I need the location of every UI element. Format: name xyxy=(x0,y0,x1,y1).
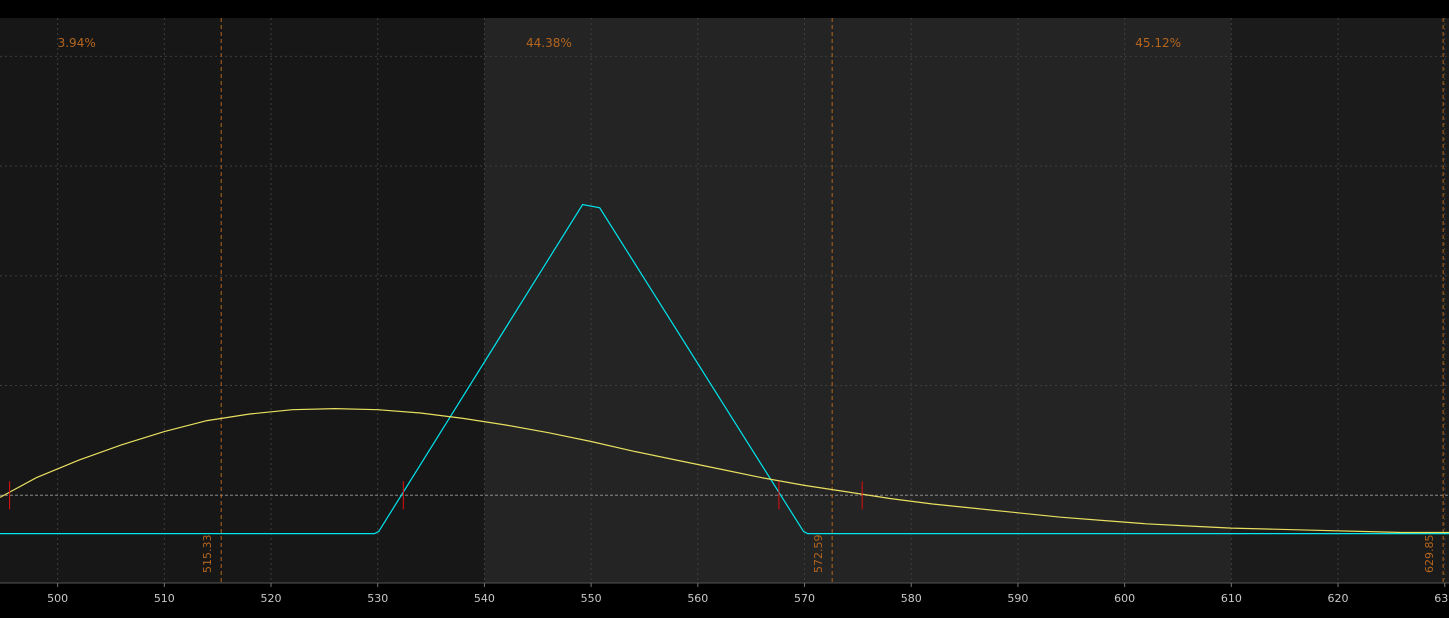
x-tick-label: 560 xyxy=(687,592,708,605)
price-marker-label: 629.85 xyxy=(1423,535,1436,574)
x-tick-label: 570 xyxy=(794,592,815,605)
price-marker-label: 572.59 xyxy=(812,535,825,574)
x-tick-label: 630 xyxy=(1434,592,1449,605)
x-tick-label: 540 xyxy=(474,592,495,605)
x-tick-label: 520 xyxy=(261,592,282,605)
x-tick-label: 580 xyxy=(901,592,922,605)
chart-frame xyxy=(0,0,1449,18)
zone-background-1 xyxy=(484,18,1232,583)
x-tick-label: 500 xyxy=(47,592,68,605)
zone-background-0 xyxy=(0,18,485,583)
zone-probability-label: 45.12% xyxy=(1135,36,1181,50)
x-tick-label: 600 xyxy=(1114,592,1135,605)
x-tick-label: 610 xyxy=(1221,592,1242,605)
top-strip xyxy=(0,0,1449,18)
chart-svg: 515.33 572.59 629.85 3.94% 44.38% 45.12% 500… xyxy=(0,0,1449,614)
x-tick-label: 550 xyxy=(581,592,602,605)
x-axis: 500 510 520 530 540 550 560 570 580 590 600 610 620 6… xyxy=(0,582,1449,614)
x-tick-label: 510 xyxy=(154,592,175,605)
x-tick-label: 620 xyxy=(1328,592,1349,605)
zone-probability-label: 3.94% xyxy=(58,36,96,50)
risk-profile-chart: 515.33 572.59 629.85 3.94% 44.38% 45.12% 500… xyxy=(0,0,1449,614)
x-tick-label: 590 xyxy=(1007,592,1028,605)
zone-probability-label: 44.38% xyxy=(526,36,572,50)
zone-background-2 xyxy=(1231,18,1449,583)
x-tick-label: 530 xyxy=(367,592,388,605)
price-marker-label: 515.33 xyxy=(201,535,214,574)
